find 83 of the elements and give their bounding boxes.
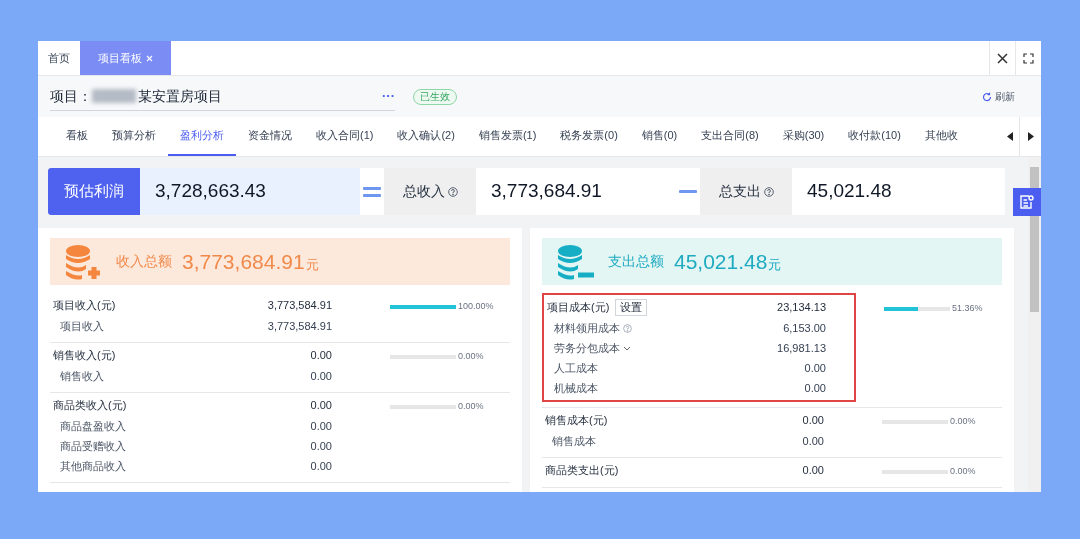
help-icon [763, 186, 774, 197]
panel-title: 支出总额 [608, 252, 664, 271]
nav-tab[interactable]: 预算分析 [100, 117, 168, 156]
scrollbar[interactable] [1028, 157, 1041, 492]
income-value: 3,773,684.91 [490, 179, 603, 204]
income-label: 总收入 [384, 168, 476, 215]
group-label: 项目成本(元) [547, 299, 610, 315]
minus-icon [679, 190, 697, 193]
panel-total: 45,021.48元 [674, 248, 782, 275]
notes-icon [1019, 194, 1035, 210]
project-name: 某安置房项目 [138, 86, 223, 106]
nav-tab[interactable]: 收入确认(2) [385, 117, 467, 156]
group-label: 销售收入(元) [53, 347, 116, 363]
notes-button[interactable] [1013, 188, 1041, 216]
group-value: 0.00 [309, 347, 332, 363]
item-value: 16,981.13 [776, 340, 826, 356]
item-value: 0.00 [803, 360, 826, 376]
item-label: 劳务分包成本 [554, 340, 620, 356]
group-value: 23,134.13 [776, 299, 826, 315]
help-icon [623, 323, 632, 333]
nav-tab[interactable]: 资金情况 [236, 117, 304, 156]
panel-total: 3,773,684.91元 [182, 248, 319, 275]
page-tab[interactable]: 首页 [38, 41, 80, 75]
group-label: 销售成本(元) [545, 412, 608, 428]
nav-tab[interactable]: 支出合同(8) [689, 117, 771, 156]
progress-bar [390, 304, 456, 309]
refresh-button[interactable]: 刷新 [982, 89, 1015, 104]
item-value: 0.00 [803, 380, 826, 396]
item-value: 3,773,584.91 [266, 318, 332, 334]
progress-bar [884, 306, 950, 311]
nav-tab[interactable]: 收付款(10) [836, 117, 913, 156]
more-button[interactable]: ··· [382, 86, 395, 106]
panel-title: 收入总额 [116, 252, 172, 271]
item-value: 0.00 [801, 433, 824, 449]
nav-tab[interactable]: 采购(30) [770, 117, 837, 156]
expense-label: 总支出 [700, 168, 792, 215]
nav-tab[interactable]: 看板 [54, 117, 100, 156]
expense-value: 45,021.48 [806, 179, 893, 204]
item-label: 材料领用成本 [554, 320, 620, 336]
group-value: 3,773,584.91 [266, 297, 332, 313]
item-value: 0.00 [309, 438, 332, 454]
project-label: 项目： [50, 86, 92, 106]
redacted-block [92, 89, 136, 103]
status-badge: 已生效 [413, 88, 457, 105]
nav-tab[interactable]: 销售发票(1) [466, 117, 549, 156]
chevron-down-icon[interactable] [623, 345, 631, 351]
item-label: 人工成本 [554, 360, 598, 376]
item-value: 0.00 [309, 418, 332, 434]
item-label: 销售成本 [552, 433, 596, 449]
group-label: 商品类支出(元) [545, 462, 619, 478]
refresh-icon [982, 91, 992, 102]
percent-label: 0.00% [950, 415, 976, 428]
item-label: 其他商品收入 [60, 458, 126, 474]
item-label: 项目收入 [60, 318, 104, 334]
group-value: 0.00 [801, 412, 824, 428]
nav-tab[interactable]: 税务发票(0) [548, 117, 630, 156]
tab-close-icon[interactable] [146, 54, 153, 62]
database-icon [64, 242, 102, 281]
group-label: 商品类收入(元) [53, 397, 127, 413]
equals-icon [363, 186, 381, 197]
profit-label: 预估利润 [48, 168, 140, 215]
percent-label: 0.00% [950, 465, 976, 478]
item-label: 商品受赠收入 [60, 438, 126, 454]
item-value: 0.00 [309, 368, 332, 384]
percent-label: 0.00% [458, 350, 484, 363]
nav-tab[interactable]: 销售(0) [629, 117, 690, 156]
nav-tab[interactable]: 收入合同(1) [304, 117, 386, 156]
percent-label: 100.00% [458, 300, 494, 313]
percent-label: 51.36% [952, 302, 983, 315]
item-label: 商品盘盈收入 [60, 418, 126, 434]
item-label: 机械成本 [554, 380, 598, 396]
group-value: 0.00 [309, 397, 332, 413]
group-label: 项目收入(元) [53, 297, 116, 313]
help-icon [447, 186, 458, 197]
profit-value: 3,728,663.43 [140, 168, 360, 215]
item-value: 6,153.00 [782, 320, 826, 336]
group-value: 0.00 [801, 462, 824, 478]
item-label: 销售收入 [60, 368, 104, 384]
item-value: 0.00 [309, 458, 332, 474]
nav-tab[interactable]: 其他收 [912, 117, 970, 156]
percent-label: 0.00% [458, 400, 484, 413]
settings-button[interactable]: 设置 [615, 298, 648, 316]
database-icon [556, 242, 594, 281]
